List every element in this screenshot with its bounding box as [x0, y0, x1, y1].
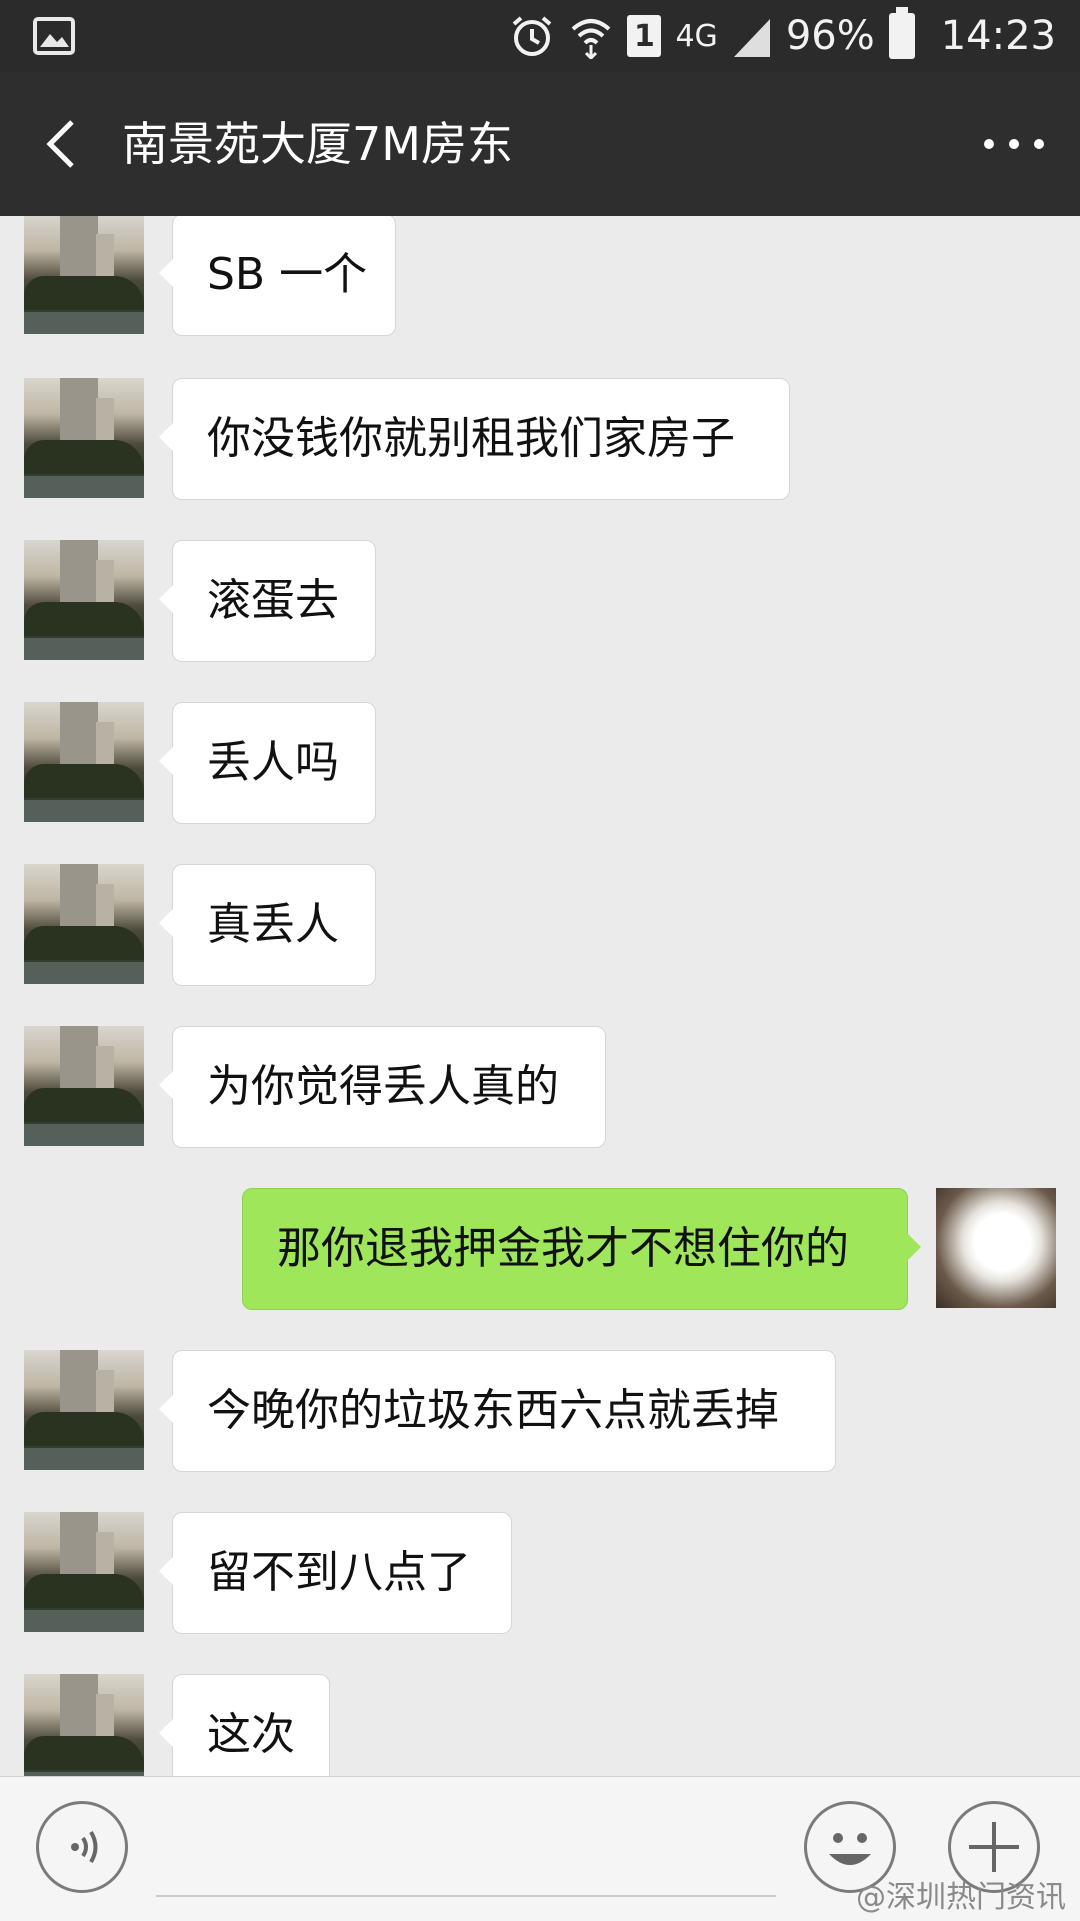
message-bubble[interactable]: 滚蛋去: [159, 540, 376, 662]
watermark: @深圳热门资讯: [856, 1880, 1066, 1915]
network-type: 4G: [675, 18, 718, 54]
image-icon: [33, 17, 75, 55]
battery-icon: [888, 7, 915, 59]
message-list[interactable]: SB 一个 你没钱你就别租我们家房子 滚蛋去 丢人吗 真丢人 为你觉得丢人真的 …: [0, 216, 1080, 1776]
message-bubble[interactable]: 这次: [159, 1674, 330, 1776]
message-bubble[interactable]: 真丢人: [159, 864, 376, 986]
avatar[interactable]: [24, 216, 144, 334]
message-bubble[interactable]: 为你觉得丢人真的: [159, 1026, 606, 1148]
avatar[interactable]: [24, 1512, 144, 1632]
avatar[interactable]: [24, 1674, 144, 1776]
status-time: 14:23: [940, 13, 1056, 59]
more-dots-icon[interactable]: [984, 130, 1044, 158]
avatar[interactable]: [24, 540, 144, 660]
chat-title: 南景苑大厦7M房东: [122, 117, 513, 171]
status-bar: 1 4G 96% 14:23: [0, 0, 1080, 72]
message-bubble[interactable]: 那你退我押金我才不想住你的: [242, 1188, 921, 1310]
avatar[interactable]: [24, 864, 144, 984]
message-bubble[interactable]: 丢人吗: [159, 702, 376, 824]
voice-icon[interactable]: [36, 1801, 128, 1893]
message-bubble[interactable]: 留不到八点了: [159, 1512, 512, 1634]
wifi-icon: [572, 19, 611, 59]
avatar[interactable]: [936, 1188, 1056, 1308]
sim-card-indicator: 1: [627, 15, 662, 57]
message-input[interactable]: [156, 1895, 776, 1897]
avatar[interactable]: [24, 378, 144, 498]
avatar[interactable]: [24, 1026, 144, 1146]
message-bubble[interactable]: SB 一个: [159, 216, 396, 336]
message-bubble[interactable]: 你没钱你就别租我们家房子: [159, 378, 790, 500]
signal-icon: [733, 19, 770, 57]
message-bubble[interactable]: 今晚你的垃圾东西六点就丢掉: [159, 1350, 836, 1472]
chevron-left-icon[interactable]: [36, 116, 92, 172]
avatar[interactable]: [24, 1350, 144, 1470]
chat-header: 南景苑大厦7M房东: [0, 72, 1080, 216]
battery-percent: 96%: [785, 13, 875, 59]
alarm-icon: [513, 16, 552, 56]
avatar[interactable]: [24, 702, 144, 822]
